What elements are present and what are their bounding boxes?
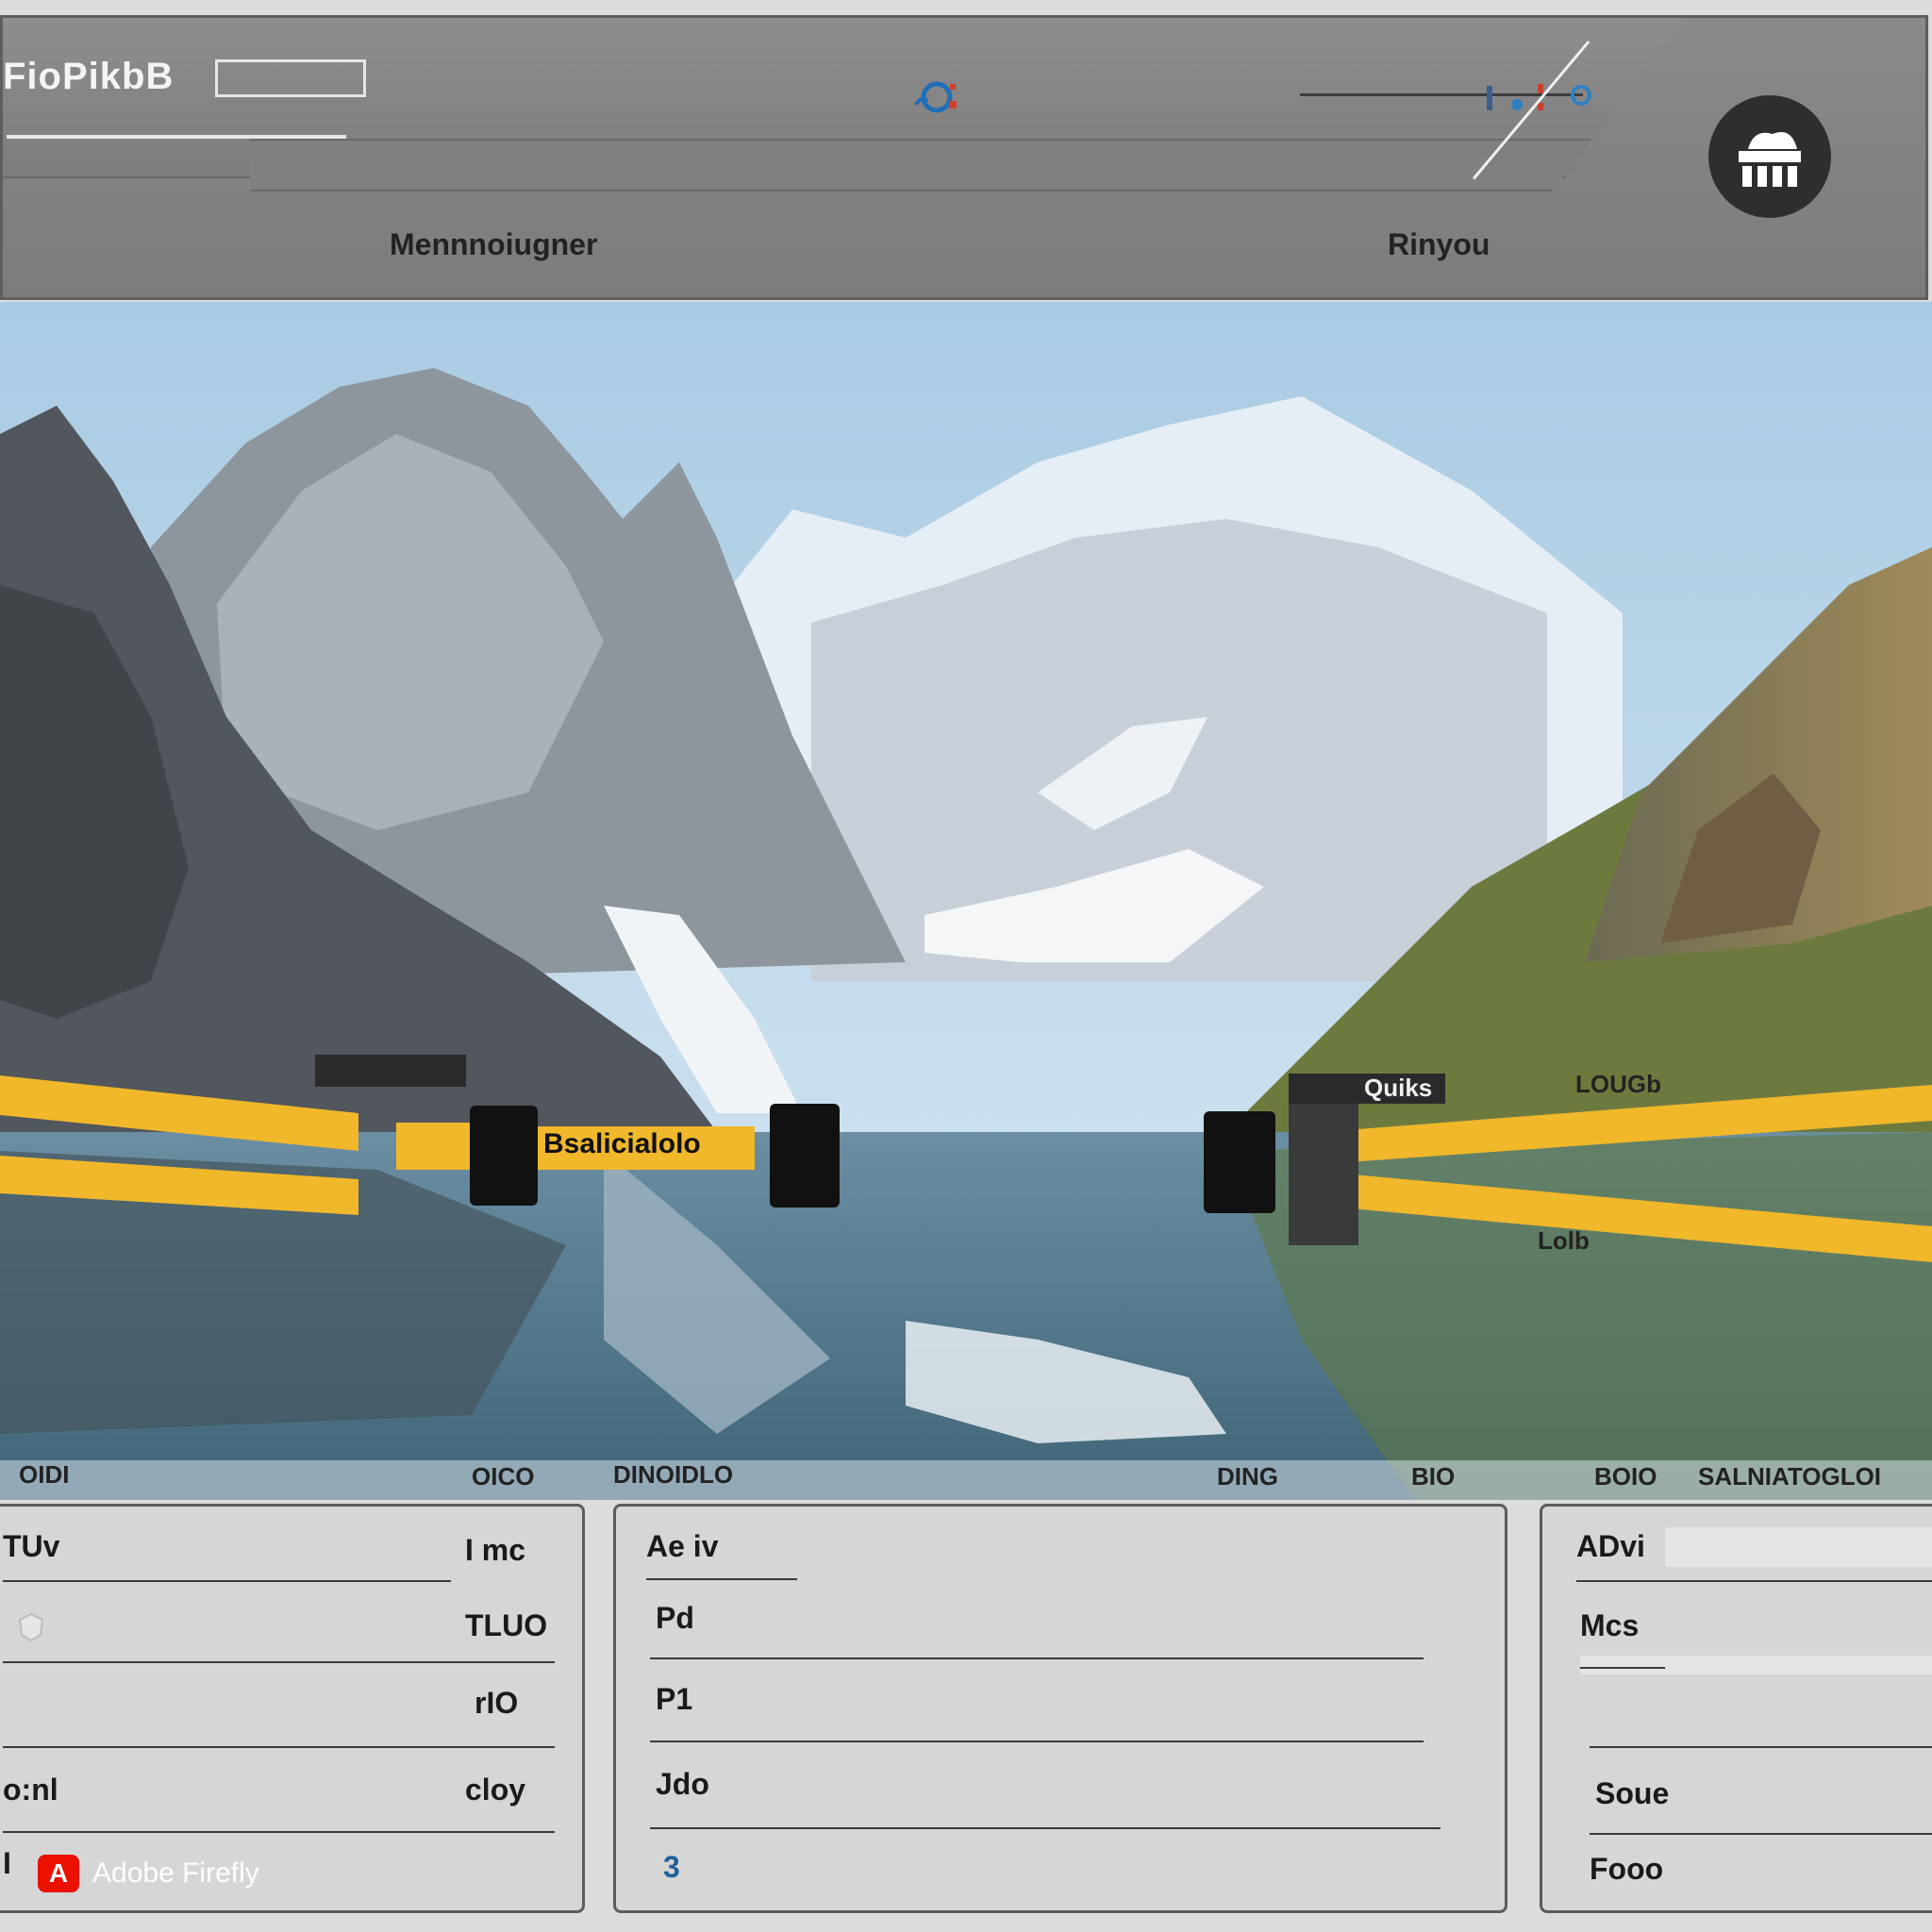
list-item[interactable]: 3 [663, 1850, 680, 1885]
tape-clamp[interactable] [1204, 1111, 1275, 1213]
strip-label: DINOIDLO [613, 1460, 734, 1489]
watermark-text: Adobe Firefly [92, 1857, 259, 1889]
strip-label: SALNIATOGLOI [1698, 1462, 1882, 1491]
left-info-panel: TUv I mc TLUO rIO o:nl cloy I [0, 1504, 585, 1913]
header-field[interactable] [1665, 1527, 1932, 1567]
nav-item-right[interactable]: Rinyou [1388, 227, 1490, 262]
panel-header: Ae iv [646, 1529, 719, 1563]
row-separator [650, 1827, 1441, 1829]
search-icon[interactable] [897, 76, 973, 124]
panel-header: ADvi [1576, 1529, 1645, 1563]
toolbar-icons[interactable] [1479, 76, 1621, 120]
row-separator [650, 1657, 1424, 1659]
hero-landscape: Bsalicialolo Quiks LOUGb Lolb OIDI OICO … [0, 302, 1932, 1500]
row-separator [1576, 1580, 1932, 1582]
strip-label: OICO [472, 1462, 535, 1491]
row-separator [3, 1746, 555, 1748]
list-item[interactable]: Mcs [1580, 1608, 1639, 1643]
tape-label: Bsalicialolo [543, 1128, 701, 1159]
tape-clamp[interactable] [770, 1104, 840, 1208]
list-item[interactable]: P1 [656, 1682, 692, 1717]
device-label: Quiks [1364, 1074, 1433, 1102]
strip-label: BOIO [1594, 1462, 1657, 1491]
top-header: FioPikbB Mennnoiugner Rinyou [0, 15, 1928, 300]
row-separator [3, 1661, 555, 1663]
row-separator [1590, 1833, 1932, 1835]
shield-icon [18, 1612, 44, 1642]
middle-info-panel: Ae iv Pd P1 Jdo 3 [613, 1504, 1507, 1913]
strip-label: DING [1217, 1462, 1278, 1491]
header-underline [646, 1578, 797, 1580]
list-item[interactable]: Fooo [1590, 1852, 1663, 1887]
row-separator [3, 1580, 451, 1582]
row-separator [650, 1740, 1424, 1742]
mountain-lake-image [0, 302, 1932, 1500]
row-value: I mc [465, 1533, 526, 1567]
row-value: cloy [465, 1773, 526, 1807]
strip-label: BIO [1411, 1462, 1456, 1491]
right-info-panel: ADvi Mcs Soue Fooo [1540, 1504, 1932, 1913]
row-label: I [3, 1846, 11, 1880]
row-value: TLUO [465, 1608, 548, 1642]
row-field[interactable] [1580, 1656, 1932, 1674]
adobe-firefly-watermark: A Adobe Firefly [38, 1855, 259, 1892]
row-separator [1590, 1746, 1932, 1748]
list-item[interactable]: Pd [656, 1601, 694, 1636]
user-avatar[interactable] [1708, 95, 1831, 218]
strip-label: OIDI [19, 1460, 70, 1489]
panel-header: TUv [3, 1529, 60, 1563]
title-input[interactable] [215, 59, 366, 97]
user-icon [1739, 132, 1801, 187]
list-item[interactable]: Jdo [656, 1767, 709, 1802]
row-separator [3, 1831, 555, 1833]
adobe-logo-icon: A [38, 1855, 79, 1892]
right-tag-low: Lolb [1538, 1226, 1590, 1255]
list-item[interactable]: Soue [1595, 1776, 1669, 1811]
row-separator [1580, 1667, 1665, 1669]
tape-clamp[interactable] [470, 1106, 538, 1206]
nav-item-left[interactable]: Mennnoiugner [390, 227, 597, 262]
row-value: rIO [475, 1686, 519, 1720]
header-sub-bar [250, 139, 1591, 192]
app-title: FioPikbB [3, 56, 175, 97]
row-label: o:nl [3, 1773, 58, 1807]
title-underline [7, 135, 346, 139]
right-tag: LOUGb [1575, 1070, 1661, 1098]
